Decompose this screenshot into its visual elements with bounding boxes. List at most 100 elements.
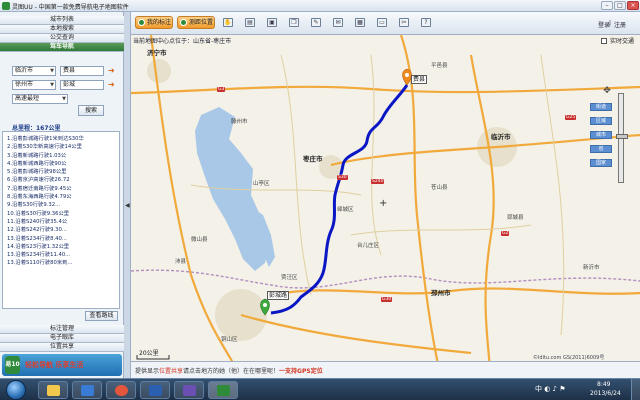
route-strategy-select[interactable]: 高速最短 ▼ bbox=[12, 94, 68, 104]
my-markers-label: 我的标注 bbox=[147, 19, 172, 26]
maximize-button[interactable]: □ bbox=[614, 1, 626, 10]
banner-slogan: 轻松导航 乐享生活 bbox=[25, 360, 84, 369]
route-step[interactable]: 7.沿着宿迁南路行驶9.45公 bbox=[7, 185, 117, 193]
zoom-level-province[interactable]: 省 bbox=[590, 145, 612, 153]
route-step[interactable]: 13.沿着S234行驶8.40... bbox=[7, 235, 117, 243]
route-step[interactable]: 13.沿着S234行驶11.40... bbox=[7, 251, 117, 259]
route-step[interactable]: 11.沿着S240行驶35.4公 bbox=[7, 218, 117, 226]
show-desktop-button[interactable] bbox=[631, 379, 640, 400]
checkbox[interactable] bbox=[601, 38, 608, 44]
print-icon[interactable]: ▤ bbox=[245, 18, 255, 27]
route-step[interactable]: 1.沿着彭城路行驶1米到达S30华 bbox=[7, 135, 117, 143]
realtime-traffic-label: 实时交通 bbox=[609, 38, 634, 45]
route-step[interactable]: 4.沿着新城西路行驶90公 bbox=[7, 160, 117, 168]
map-label-city: 新沂市 bbox=[583, 265, 600, 271]
start-marker-label: 费县 bbox=[411, 75, 428, 84]
register-link[interactable]: 注册 bbox=[614, 20, 626, 29]
highway bbox=[270, 287, 640, 297]
screen-icon[interactable]: ▭ bbox=[377, 18, 387, 27]
left-panel: 城市列表 本地搜索 公交查询 驾车导航 临沂市 ▼ 费县 ➜ 徐州市 ▼ 彭城 … bbox=[0, 12, 124, 378]
route-steps-list[interactable]: 1.沿着彭城路行驶1米到达S30华 2.沿着S30华新高速行驶14公里 3.沿着… bbox=[2, 131, 120, 309]
view-route-button[interactable]: 查看路线 bbox=[85, 311, 118, 321]
map-label-city: 郯城县 bbox=[507, 215, 524, 221]
collapse-arrow-icon[interactable]: ◀ bbox=[125, 202, 130, 209]
map-app-icon bbox=[217, 385, 230, 396]
route-step[interactable]: 14.沿着S23行驶1.32公里 bbox=[7, 243, 117, 251]
pan-icon[interactable]: ✋ bbox=[223, 18, 233, 27]
taskbar-app-map[interactable] bbox=[208, 381, 238, 399]
start-city-select[interactable]: 临沂市 ▼ bbox=[12, 66, 56, 76]
taskbar-app-browser[interactable] bbox=[106, 381, 136, 399]
route-step[interactable]: 2.沿着S30华新高速行驶14公里 bbox=[7, 143, 117, 151]
minimize-button[interactable]: – bbox=[601, 1, 613, 10]
start-place-input[interactable]: 费县 bbox=[60, 66, 104, 76]
clear-icon[interactable]: ✎ bbox=[311, 18, 321, 27]
zoom-slider[interactable] bbox=[616, 93, 628, 183]
map-view[interactable]: 当前地图中心点位于：山东省-枣庄市 实时交通 济宁市 临沂市 枣庄市 苍山县 峄… bbox=[131, 35, 640, 378]
map-label-city: 峄城区 bbox=[337, 207, 354, 213]
route-strategy-value: 高速最短 bbox=[15, 95, 40, 102]
status-middle: 请点击地方的她（他）在在哪里呢！ bbox=[183, 368, 280, 375]
route-step[interactable]: 3.沿着新城路行驶1.03公 bbox=[7, 152, 117, 160]
status-prefix: 提供显示 bbox=[135, 368, 160, 375]
route-step[interactable]: 12.沿着S242行驶9.30... bbox=[7, 226, 117, 234]
copy-icon[interactable]: ❐ bbox=[289, 18, 299, 27]
tab-speed-camera[interactable]: 电子眼库 bbox=[0, 334, 124, 343]
zoom-level-street[interactable]: 街道 bbox=[590, 103, 612, 111]
clock-date[interactable]: 2013/6/24 bbox=[590, 390, 621, 397]
tab-bus-query[interactable]: 公交查询 bbox=[0, 34, 124, 43]
system-tray[interactable]: 中 ◐ ♪ ⚑ bbox=[535, 384, 566, 394]
end-city-select[interactable]: 徐州市 ▼ bbox=[12, 80, 56, 90]
route-step[interactable]: 10.沿着S30行驶9.36公里 bbox=[7, 210, 117, 218]
route-step[interactable]: 9.沿着S30行驶9.32... bbox=[7, 201, 117, 209]
search-button[interactable]: 搜索 bbox=[78, 105, 104, 116]
taskbar-app-media[interactable] bbox=[72, 381, 102, 399]
realtime-traffic-toggle[interactable]: 实时交通 bbox=[601, 36, 634, 45]
tab-driving-navigation[interactable]: 驾车导航 bbox=[0, 43, 124, 52]
link-separator: | bbox=[609, 20, 612, 27]
zoom-control[interactable]: 街道 区域 城市 省 国家 bbox=[590, 83, 628, 193]
taskbar-app-word[interactable] bbox=[140, 381, 170, 399]
help-icon[interactable]: ? bbox=[421, 18, 431, 27]
route-step[interactable]: 5.沿着彭城路行驶98公里 bbox=[7, 168, 117, 176]
end-place-input[interactable]: 彭城 bbox=[60, 80, 104, 90]
tab-local-search[interactable]: 本地搜索 bbox=[0, 25, 124, 34]
map-label-city: 山亭区 bbox=[253, 181, 270, 187]
promo-banner[interactable]: 易10 轻松导航 乐享生活 bbox=[2, 354, 122, 376]
route-step[interactable]: 6.沿着京沪高速行驶26.72 bbox=[7, 176, 117, 184]
save-icon[interactable]: ▣ bbox=[267, 18, 277, 27]
start-button[interactable] bbox=[6, 380, 26, 400]
map-label-city: 微山县 bbox=[191, 237, 208, 243]
taskbar-app-tools[interactable] bbox=[174, 381, 204, 399]
chevron-down-icon: ▼ bbox=[50, 82, 54, 88]
clock-time[interactable]: 8:49 bbox=[597, 381, 610, 388]
zoom-level-district[interactable]: 区域 bbox=[590, 117, 612, 125]
panel-splitter[interactable]: ◀ bbox=[124, 12, 131, 378]
map-label-city: 贾汪区 bbox=[281, 275, 298, 281]
tab-city-list[interactable]: 城市列表 bbox=[0, 16, 124, 25]
mail-icon[interactable]: ✉ bbox=[333, 18, 343, 27]
route-step[interactable]: 8.沿着东海西路行驶4.79公 bbox=[7, 193, 117, 201]
zoom-level-country[interactable]: 国家 bbox=[590, 159, 612, 167]
map-copyright: ©lditu.com GS(2011)6009号 bbox=[533, 355, 605, 361]
measure-button[interactable]: 测距位置 bbox=[177, 16, 215, 29]
zoom-slider-thumb[interactable] bbox=[616, 134, 628, 139]
end-arrow-icon: ➜ bbox=[108, 80, 115, 89]
location-share-link[interactable]: 位置共享 bbox=[159, 368, 183, 375]
minor-road bbox=[280, 54, 312, 296]
status-bar: 提供显示位置共享请点击地方的她（他）在在哪里呢！一支持GPS定位 bbox=[131, 361, 640, 378]
end-city-value: 徐州市 bbox=[15, 81, 34, 88]
map-label-city: 台儿庄区 bbox=[357, 243, 380, 249]
route-step[interactable]: 13.沿着S110行驶80米到... bbox=[7, 259, 117, 267]
end-marker-label: 彭城路 bbox=[267, 291, 290, 300]
urban-area bbox=[147, 59, 171, 83]
tab-location-share[interactable]: 位置共享 bbox=[0, 343, 124, 352]
taskbar-app-explorer[interactable] bbox=[38, 381, 68, 399]
close-button[interactable]: × bbox=[627, 1, 639, 10]
my-markers-button[interactable]: 我的标注 bbox=[135, 16, 173, 29]
fullscreen-icon[interactable]: ▦ bbox=[355, 18, 365, 27]
clip-icon[interactable]: ✂ bbox=[399, 18, 409, 27]
tab-marker-management[interactable]: 标注管理 bbox=[0, 325, 124, 334]
zoom-level-city[interactable]: 城市 bbox=[590, 131, 612, 139]
road-shield: G2 bbox=[501, 231, 510, 236]
